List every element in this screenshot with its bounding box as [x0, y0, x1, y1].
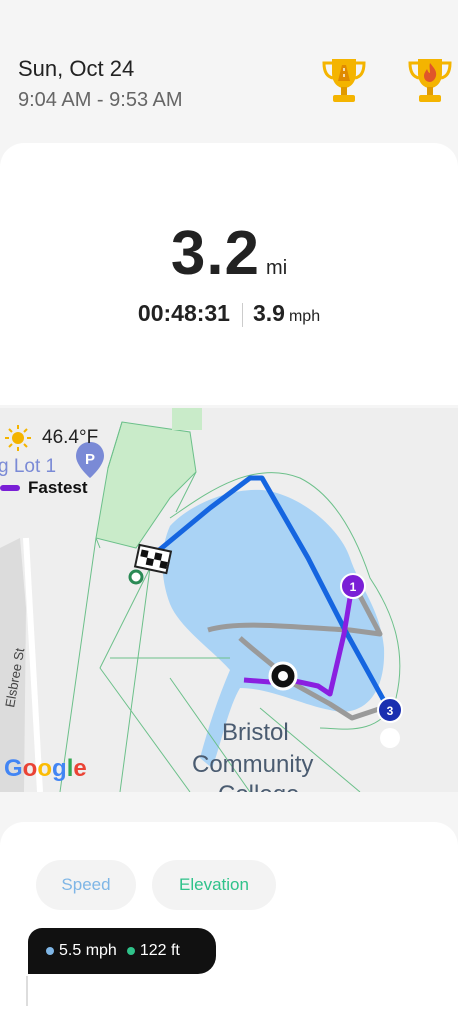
map-legend: Fastest [0, 478, 88, 498]
campus-label-3: College [218, 781, 299, 792]
split-marker-1-label: 1 [350, 580, 357, 594]
sun-icon [5, 425, 31, 451]
distance-display: 3.2 mi [0, 218, 458, 289]
workout-date: Sun, Oct 24 [18, 56, 135, 81]
google-logo: Google [4, 755, 87, 782]
tooltip-elevation: 122 ft [139, 942, 180, 959]
duration-value: 00:48:31 [137, 300, 230, 326]
trophy-road-icon[interactable] [318, 55, 370, 105]
distance-value: 3.2 [170, 219, 261, 288]
workout-time-range: 9:04 AM - 9:53 AM [18, 89, 183, 111]
elevation-dot [126, 947, 135, 955]
current-position-icon[interactable] [268, 661, 298, 691]
map-canvas[interactable]: Elsbree St 1 3 P g Lot 1 Bristol Communi… [0, 408, 458, 792]
campus-label-2: Community [192, 751, 313, 778]
speed-dot [46, 947, 54, 955]
tab-elevation[interactable]: Elevation [152, 860, 276, 910]
stat-divider [241, 302, 243, 327]
route-map[interactable]: Elsbree St 1 3 P g Lot 1 Bristol Communi… [0, 408, 458, 792]
split-marker-1[interactable]: 1 [340, 573, 366, 599]
trophy-fire-icon[interactable] [404, 55, 456, 105]
distance-unit: mi [266, 257, 288, 279]
chart-tooltip: 5.5 mph 122 ft [28, 928, 216, 974]
svg-text:P: P [85, 451, 95, 468]
split-marker-3-label: 3 [387, 704, 394, 718]
split-marker-3[interactable]: 3 [377, 697, 403, 723]
duration-speed-row: 00:48:31 3.9 mph [0, 300, 458, 327]
fastest-swatch [0, 485, 20, 491]
speed-unit: mph [288, 308, 321, 325]
chart-axis [26, 976, 28, 1006]
chart-card [0, 822, 458, 1018]
weather-info: 46.4°F [4, 424, 98, 452]
weather-temp: 46.4°F [42, 427, 99, 448]
campus-label-1: Bristol [222, 719, 289, 746]
tooltip-speed: 5.5 mph [59, 942, 117, 959]
speed-value: 3.9 [252, 300, 285, 326]
parking-label: g Lot 1 [0, 456, 56, 477]
workout-header: Sun, Oct 24 9:04 AM - 9:53 AM [0, 0, 458, 135]
legend-label: Fastest [28, 478, 88, 497]
tab-speed[interactable]: Speed [36, 860, 136, 910]
